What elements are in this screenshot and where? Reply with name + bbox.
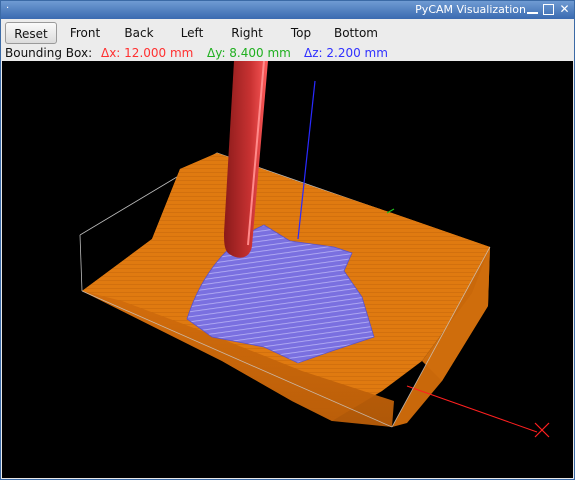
title-bar[interactable]: · PyCAM Visualization ✕: [1, 1, 574, 19]
x-axis-line: [406, 385, 538, 433]
bounding-box-info: Bounding Box: Δx: 12.000 mm Δy: 8.400 mm…: [1, 45, 574, 61]
delta-y-value: Δy: 8.400 mm: [207, 46, 291, 60]
bounding-box-label: Bounding Box:: [5, 46, 93, 60]
front-view-button[interactable]: Front: [61, 22, 109, 44]
3d-scene: [79, 61, 550, 438]
reset-view-button[interactable]: Reset: [5, 22, 57, 44]
left-view-button[interactable]: Left: [169, 22, 215, 44]
window-menu-icon[interactable]: ·: [6, 2, 14, 16]
x-axis-marker: [534, 422, 550, 438]
back-view-button[interactable]: Back: [115, 22, 163, 44]
minimize-icon[interactable]: [527, 4, 538, 14]
right-view-button[interactable]: Right: [223, 22, 271, 44]
delta-x-value: Δx: 12.000 mm: [101, 46, 194, 60]
window-title: PyCAM Visualization: [415, 3, 526, 16]
view-toolbar: Reset Front Back Left Right Top Bottom: [1, 19, 574, 45]
maximize-icon[interactable]: [543, 4, 554, 15]
app-window: · PyCAM Visualization ✕ Reset Front Back…: [0, 0, 575, 480]
bottom-view-button[interactable]: Bottom: [327, 22, 385, 44]
y-axis-line: [386, 208, 395, 214]
close-icon[interactable]: ✕: [559, 3, 570, 15]
3d-viewport[interactable]: [2, 61, 573, 478]
delta-z-value: Δz: 2.200 mm: [304, 46, 388, 60]
top-view-button[interactable]: Top: [281, 22, 321, 44]
